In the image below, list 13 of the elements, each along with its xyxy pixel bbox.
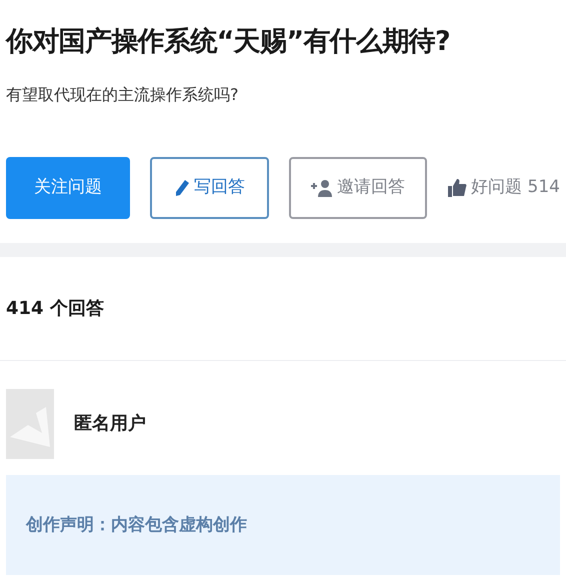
question-description: 有望取代现在的主流操作系统吗? bbox=[6, 84, 240, 106]
pencil-icon bbox=[174, 178, 190, 196]
action-button[interactable]: 写回答 bbox=[150, 156, 269, 218]
notice-text: 创作声明：内容包含虚构创作 bbox=[26, 514, 247, 534]
author-name: 匿名用户 bbox=[74, 412, 146, 436]
action-button[interactable]: 关注问题 bbox=[6, 156, 130, 218]
action-button[interactable]: 邀请回答 bbox=[288, 156, 428, 218]
good-question-button[interactable]: 好问题 514 bbox=[447, 156, 560, 218]
thumbs-up-icon bbox=[447, 178, 468, 198]
question-title: 你对国产操作系统“天赐”有什么期待? bbox=[6, 25, 452, 59]
answer-count: 414 个回答 bbox=[6, 296, 104, 320]
avatar bbox=[6, 388, 54, 458]
add-person-icon bbox=[311, 178, 334, 196]
